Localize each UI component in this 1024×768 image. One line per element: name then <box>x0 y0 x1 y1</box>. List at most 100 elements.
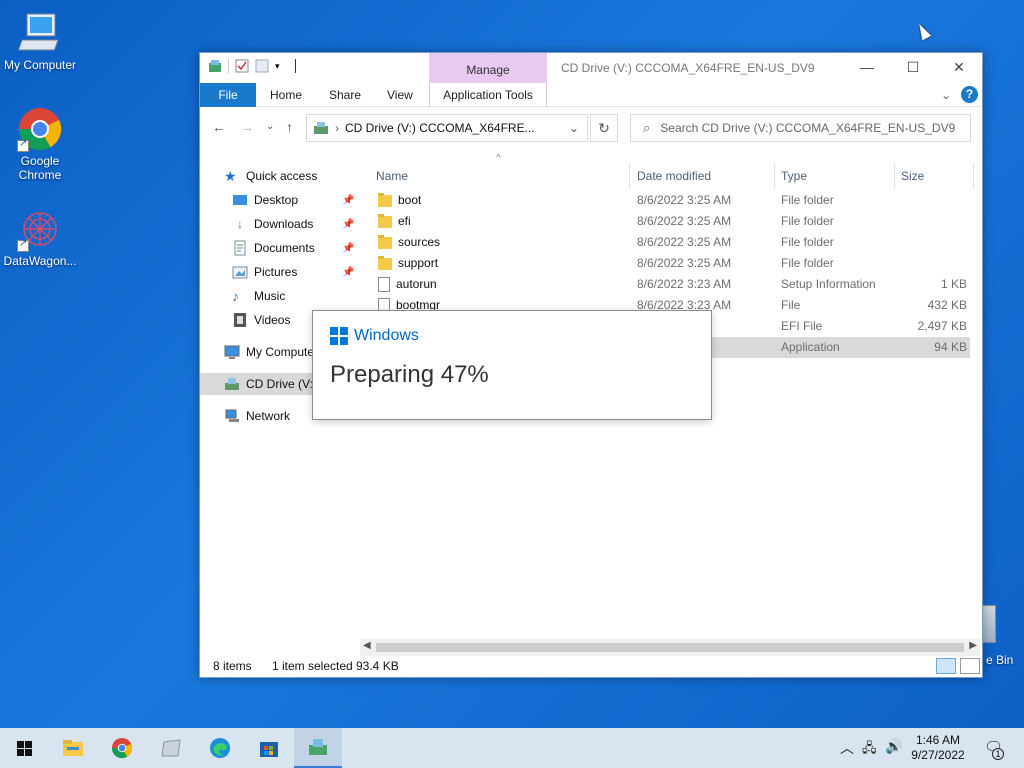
taskbar: ︿ 🖧 🔊 1:46 AM 9/27/2022 🗨 1 <box>0 728 1024 768</box>
file-row[interactable]: support 8/6/2022 3:25 AM File folder <box>370 253 970 274</box>
taskbar-edge[interactable] <box>196 728 244 768</box>
refresh-button[interactable]: ↻ <box>590 114 618 142</box>
desktop-icon-chrome[interactable]: GoogleChrome <box>0 106 80 182</box>
folder-icon <box>378 192 392 207</box>
status-selection: 1 item selected <box>272 659 353 673</box>
nav-item-quick-access[interactable]: ★ Quick access <box>224 165 317 187</box>
horizontal-scrollbar[interactable]: ◀ ▶ <box>360 639 980 656</box>
new-folder-icon[interactable] <box>255 59 269 73</box>
file-type: File folder <box>781 256 834 270</box>
desktop-icon-datawagon[interactable]: DataWagon... <box>0 206 80 268</box>
network-status-icon[interactable]: 🖧 <box>862 739 877 761</box>
dialog-brand: Windows <box>330 327 419 345</box>
breadcrumb-separator-icon: › <box>335 121 339 135</box>
store-icon <box>260 742 278 757</box>
nav-item-desktop[interactable]: Desktop 📌 <box>232 189 362 211</box>
nav-item-documents[interactable]: Documents 📌 <box>232 237 362 259</box>
volume-icon[interactable]: 🔊 <box>885 738 902 755</box>
forward-arrow-icon[interactable]: → <box>240 119 254 135</box>
desktop-icon-label: Google Chrome <box>18 154 62 182</box>
setup-icon <box>208 59 222 73</box>
folder-icon <box>378 213 392 228</box>
close-button[interactable]: ✕ <box>936 53 982 83</box>
progress-status-text: Preparing 47% <box>330 361 489 388</box>
pictures-icon <box>232 264 248 280</box>
tab-application-tools[interactable]: Application Tools <box>429 83 547 107</box>
ribbon-tabs: File Home Share View Application Tools ⌄… <box>200 83 982 107</box>
recent-locations-chevron-icon[interactable]: ⌄ <box>266 121 274 132</box>
file-name: sources <box>398 235 441 249</box>
customize-qat-icon[interactable]: ▾ <box>275 59 289 73</box>
search-input[interactable]: ⌕ Search CD Drive (V:) CCCOMA_X64FRE_EN-… <box>630 114 971 142</box>
tab-manage[interactable]: Manage <box>429 53 547 83</box>
recycle-bin-icon <box>982 605 996 643</box>
help-icon[interactable]: ? <box>961 86 978 103</box>
pin-icon: 📌 <box>342 242 355 254</box>
tab-share[interactable]: Share <box>317 83 373 107</box>
large-icons-view-icon[interactable] <box>960 658 980 674</box>
taskbar-setup[interactable] <box>294 728 342 768</box>
column-header-size[interactable]: Size <box>901 163 924 189</box>
tab-view[interactable]: View <box>375 83 425 107</box>
file-date: 8/6/2022 3:25 AM <box>637 193 732 207</box>
up-arrow-icon[interactable]: ↑ <box>286 119 293 135</box>
nav-item-my-computer[interactable]: My Compute <box>224 341 314 363</box>
nav-item-music[interactable]: ♪ Music <box>232 285 285 307</box>
file-row[interactable]: boot 8/6/2022 3:25 AM File folder <box>370 190 970 211</box>
mouse-cursor-icon <box>914 21 932 41</box>
file-row[interactable]: autorun 8/6/2022 3:23 AM Setup Information… <box>370 274 970 295</box>
file-type: File <box>781 298 801 312</box>
minimize-button[interactable]: — <box>844 53 890 83</box>
tab-file[interactable]: File <box>200 83 256 107</box>
file-size: 1 KB <box>940 277 967 291</box>
start-button[interactable] <box>0 728 48 768</box>
desktop-icon-label: e Bin <box>986 653 1014 667</box>
tab-home[interactable]: Home <box>258 83 314 107</box>
status-size: 93.4 KB <box>356 659 399 673</box>
column-header-date-modified[interactable]: Date modified <box>637 163 711 189</box>
nav-item-pictures[interactable]: Pictures 📌 <box>232 261 362 283</box>
download-icon: ↓ <box>237 217 243 231</box>
desktop-icon-my-computer[interactable]: My Computer <box>0 10 80 72</box>
app-icon <box>161 739 181 757</box>
file-row[interactable]: efi 8/6/2022 3:25 AM File folder <box>370 211 970 232</box>
column-header-type[interactable]: Type <box>781 163 807 189</box>
scrollbar-thumb[interactable] <box>376 643 964 652</box>
maximize-button[interactable]: ☐ <box>890 53 936 83</box>
column-header-name[interactable]: Name <box>376 163 408 189</box>
refresh-icon: ↻ <box>598 120 610 136</box>
taskbar-store[interactable] <box>245 728 293 768</box>
scroll-right-icon[interactable]: ▶ <box>969 640 977 651</box>
taskbar-clock[interactable]: 1:46 AM 9/27/2022 <box>908 733 968 763</box>
file-row[interactable]: sources 8/6/2022 3:25 AM File folder <box>370 232 970 253</box>
notification-center-button[interactable]: 🗨 1 <box>982 738 1004 760</box>
folder-icon <box>378 255 392 270</box>
nav-item-videos[interactable]: Videos <box>232 309 290 331</box>
nav-item-label: Documents <box>254 241 315 255</box>
expand-ribbon-icon[interactable]: ⌄ <box>941 88 951 102</box>
music-icon: ♪ <box>232 288 239 304</box>
file-explorer-icon <box>63 740 83 756</box>
pin-icon: 📌 <box>342 266 355 278</box>
cd-drive-icon <box>224 376 240 392</box>
address-input[interactable]: › CD Drive (V:) CCCOMA_X64FRE... ⌄ <box>306 114 588 142</box>
properties-icon[interactable] <box>235 59 249 73</box>
scroll-left-icon[interactable]: ◀ <box>363 640 371 651</box>
setup-icon <box>309 739 327 755</box>
taskbar-file-explorer[interactable] <box>49 728 97 768</box>
nav-item-label: Desktop <box>254 193 299 207</box>
show-hidden-icons-chevron-icon[interactable]: ︿ <box>840 738 854 758</box>
file-type: File folder <box>781 214 834 228</box>
taskbar-chrome[interactable] <box>98 728 146 768</box>
cd-drive-icon <box>313 120 329 136</box>
back-arrow-icon[interactable]: ← <box>212 119 226 135</box>
folder-icon <box>378 234 392 249</box>
details-view-icon[interactable] <box>936 658 956 674</box>
desktop-icon <box>232 192 248 208</box>
desktop-icon-recycle-bin[interactable]: e Bin <box>982 605 1024 675</box>
chevron-down-icon[interactable]: ⌄ <box>569 121 579 135</box>
taskbar-app[interactable] <box>147 728 195 768</box>
nav-item-label: Downloads <box>254 217 314 231</box>
nav-item-downloads[interactable]: ↓ Downloads 📌 <box>232 213 362 235</box>
nav-item-network[interactable]: Network <box>224 405 290 427</box>
